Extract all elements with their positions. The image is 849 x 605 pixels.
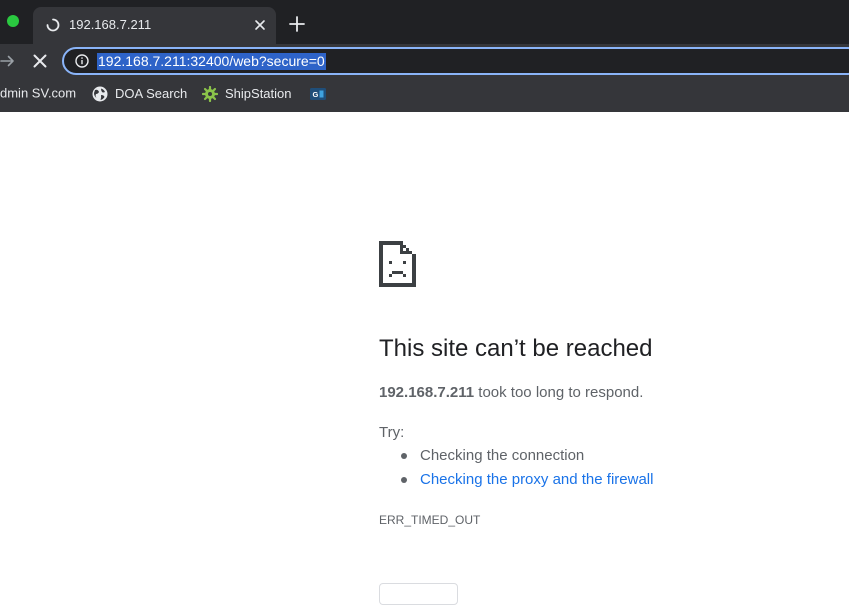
bookmark-item[interactable]: G xyxy=(310,86,333,106)
toolbar: 192.168.7.211:32400/web?secure=0 xyxy=(0,44,849,80)
reload-button[interactable] xyxy=(379,583,458,605)
error-heading: This site can’t be reached xyxy=(379,335,653,362)
proxy-firewall-link[interactable]: Checking the proxy and the firewall xyxy=(420,471,653,488)
bookmark-label: dmin SV.com xyxy=(0,85,77,101)
error-host: 192.168.7.211 xyxy=(379,384,475,401)
window-maximize-button[interactable] xyxy=(7,15,19,27)
tab-strip: 192.168.7.211 xyxy=(0,0,849,44)
error-message: took too long to respond. xyxy=(478,384,644,401)
error-page: This site can’t be reached 192.168.7.211… xyxy=(0,112,849,605)
url-text[interactable]: 192.168.7.211:32400/web?secure=0 xyxy=(97,53,326,70)
address-bar[interactable]: 192.168.7.211:32400/web?secure=0 xyxy=(62,47,849,75)
gear-icon xyxy=(202,86,218,102)
close-icon[interactable] xyxy=(252,17,268,33)
forward-arrow-icon[interactable] xyxy=(0,53,16,69)
bookmark-label: ShipStation xyxy=(225,86,292,101)
tab-title: 192.168.7.211 xyxy=(69,17,152,32)
suggestions-list: Checking the connection Checking the pro… xyxy=(400,446,653,494)
suggestion-text: Checking the connection xyxy=(420,447,585,464)
bookmarks-bar: dmin SV.com DOA Search ShipStation G xyxy=(0,80,849,112)
suggestion-item: Checking the proxy and the firewall xyxy=(400,470,653,494)
bookmark-item[interactable]: dmin SV.com xyxy=(0,86,76,106)
loading-spinner-icon xyxy=(46,18,60,32)
svg-text:G: G xyxy=(313,90,319,99)
try-label: Try: xyxy=(379,424,405,441)
tab-active[interactable]: 192.168.7.211 xyxy=(33,7,276,44)
info-icon[interactable] xyxy=(75,54,89,68)
bullet-icon xyxy=(401,477,407,483)
bookmark-item[interactable]: DOA Search xyxy=(92,86,187,106)
bookmark-label: DOA Search xyxy=(115,86,188,101)
sad-page-icon xyxy=(379,241,416,287)
bullet-icon xyxy=(401,453,407,459)
error-code: ERR_TIMED_OUT xyxy=(379,513,481,527)
browser-chrome: 192.168.7.211 192.168.7.211:32400/web?se… xyxy=(0,0,849,112)
gs-favicon-icon: G xyxy=(310,87,326,100)
stop-loading-icon[interactable] xyxy=(32,53,48,69)
bookmark-item[interactable]: ShipStation xyxy=(202,86,292,106)
new-tab-plus-icon[interactable] xyxy=(288,15,306,33)
error-description: 192.168.7.211 took too long to respond. xyxy=(379,384,643,401)
globe-icon xyxy=(92,86,108,102)
suggestion-item: Checking the connection xyxy=(400,446,653,470)
